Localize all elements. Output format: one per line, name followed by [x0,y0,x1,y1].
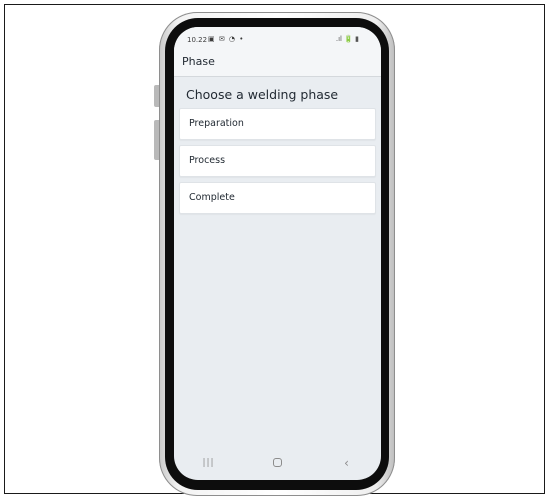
phase-label: Process [189,155,226,166]
recent-apps-icon[interactable]: ||| [189,458,229,468]
system-nav-bar: ||| ‹ [174,446,381,480]
home-button[interactable] [258,456,298,470]
notification-icons: ▣ ✉ ◔ • [208,35,245,43]
phone-screen: 10.22 ▣ ✉ ◔ • .ıl 🔋 ▮ Phase Choose a wel… [174,27,381,480]
signal-battery-icons: .ıl 🔋 ▮ [335,35,359,43]
phase-label: Preparation [189,118,244,129]
page-title: Phase [182,55,215,68]
phase-item-preparation[interactable]: Preparation [179,108,376,140]
phase-content: Choose a welding phase Preparation Proce… [174,87,381,214]
phase-item-complete[interactable]: Complete [179,182,376,214]
status-time: 10.22 [187,36,208,44]
phase-item-process[interactable]: Process [179,145,376,177]
home-icon [273,458,282,467]
back-icon[interactable]: ‹ [327,456,367,470]
phase-label: Complete [189,192,235,203]
app-bar: Phase [174,50,381,77]
status-bar: 10.22 ▣ ✉ ◔ • .ıl 🔋 ▮ [174,27,381,50]
section-heading: Choose a welding phase [186,87,339,102]
